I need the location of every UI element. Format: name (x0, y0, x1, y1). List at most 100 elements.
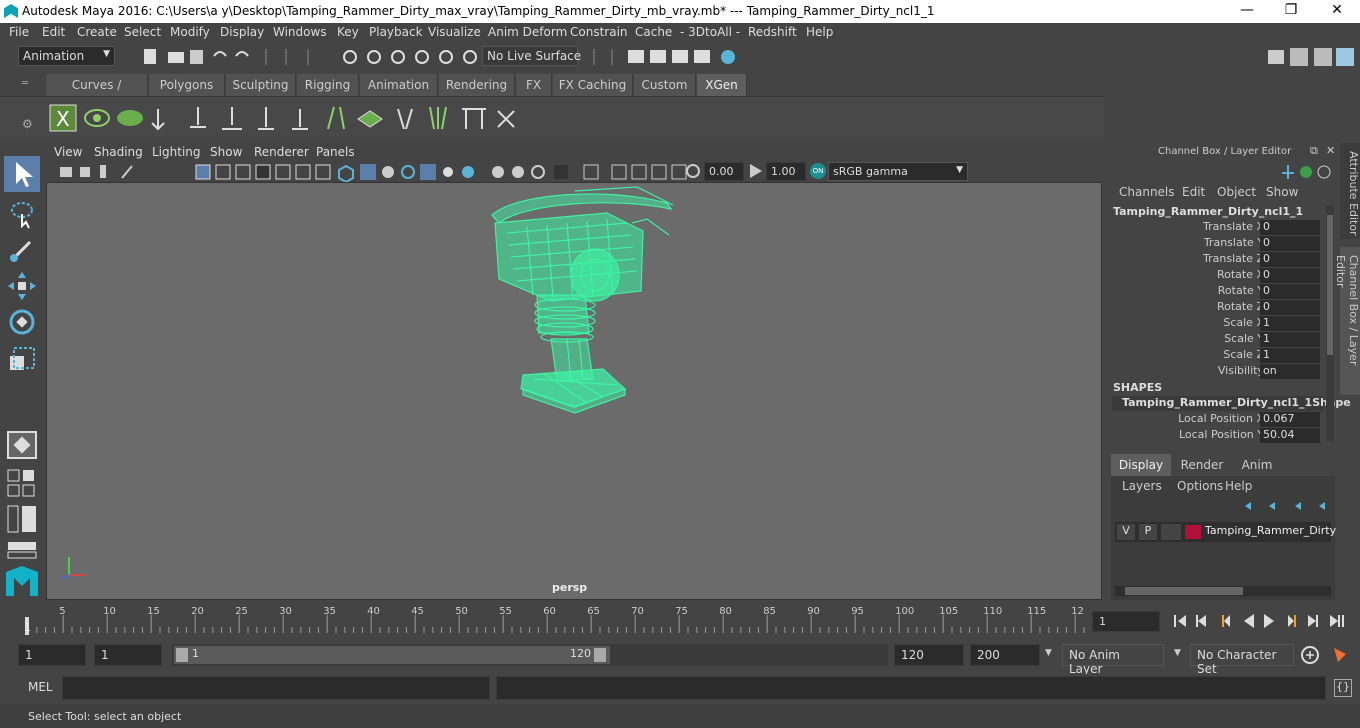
color-space-dropdown[interactable]: sRGB gamma ▼ (828, 162, 968, 181)
layer-color-swatch[interactable] (1185, 525, 1201, 539)
file-tools-icons[interactable] (140, 46, 480, 68)
channel-rotate-z[interactable]: Rotate Z0 (1104, 300, 1324, 316)
range-start-handle[interactable] (176, 648, 188, 662)
menu-modify[interactable]: Modify (170, 25, 210, 39)
panel-toolbar-icons[interactable] (56, 162, 696, 182)
viewport-menu-renderer[interactable]: Renderer (254, 145, 309, 159)
command-input[interactable] (62, 676, 490, 700)
menu-3dtoall[interactable]: - 3DtoAll - (680, 25, 740, 39)
preferences-icons[interactable] (1298, 644, 1354, 668)
range-slider-bar[interactable] (174, 646, 610, 664)
character-set-dropdown[interactable]: No Character Set (1190, 644, 1294, 676)
shelf-tab-rendering[interactable]: Rendering (439, 74, 515, 96)
shelf-tab-polygons[interactable]: Polygons (149, 74, 225, 96)
end-time-field[interactable]: 200 (970, 644, 1040, 666)
exposure-field[interactable]: 0.00 (704, 162, 744, 181)
menu-windows[interactable]: Windows (273, 25, 327, 39)
menu-select[interactable]: Select (124, 25, 161, 39)
channel-scale-x[interactable]: Scale X1 (1104, 316, 1324, 332)
menu-key[interactable]: Key (337, 25, 359, 39)
shape-name[interactable]: Tamping_Rammer_Dirty_ncl1_1Shape (1112, 396, 1351, 411)
channel-box-toggle-icons[interactable] (1280, 163, 1334, 181)
layer-menu-help[interactable]: Help (1225, 479, 1252, 493)
close-button[interactable]: ✕ (1322, 2, 1352, 20)
workspace-icons[interactable] (1266, 45, 1358, 69)
shelf-tab-fx-caching[interactable]: FX Caching (553, 74, 633, 96)
shelf-tab-rigging[interactable]: Rigging (297, 74, 359, 96)
layer-menu-options[interactable]: Options (1177, 479, 1223, 493)
live-surface-field[interactable]: No Live Surface (482, 46, 581, 66)
layer-menu-layers[interactable]: Layers (1122, 479, 1162, 493)
shelf-tab-custom[interactable]: Custom (634, 74, 696, 96)
attribute-editor-tab[interactable]: Attribute Editor (1340, 143, 1360, 239)
viewport-menu-lighting[interactable]: Lighting (152, 145, 201, 159)
menu-edit[interactable]: Edit (42, 25, 65, 39)
layer-tab-render[interactable]: Render (1172, 454, 1232, 476)
move-tool-icon[interactable] (4, 268, 40, 304)
channel-local-position-x[interactable]: Local Position X 0.067 (1104, 412, 1324, 428)
menu-set-dropdown[interactable]: Animation ▼ (18, 46, 115, 66)
channel-rotate-x[interactable]: Rotate X0 (1104, 268, 1324, 284)
channel-translate-x[interactable]: Translate X0 (1104, 220, 1324, 236)
float-panel-icon[interactable]: ⧉ (1310, 144, 1318, 158)
single-view-layout-icon[interactable] (4, 430, 40, 460)
playback-start-field[interactable]: 1 (94, 644, 162, 666)
scale-tool-icon[interactable] (4, 342, 40, 378)
shelf-tab-sculpting[interactable]: Sculpting (226, 74, 296, 96)
viewport-menu-view[interactable]: View (54, 145, 82, 159)
menu-help[interactable]: Help (806, 25, 833, 39)
lasso-tool-icon[interactable] (4, 196, 40, 232)
cb-menu-show[interactable]: Show (1266, 185, 1298, 199)
cb-menu-edit[interactable]: Edit (1182, 185, 1205, 199)
paint-select-tool-icon[interactable] (4, 232, 40, 268)
object-name[interactable]: Tamping_Rammer_Dirty_ncl1_1 (1113, 205, 1303, 218)
menu-playback[interactable]: Playback (369, 25, 423, 39)
viewport-menu-shading[interactable]: Shading (94, 145, 143, 159)
chevron-down-icon[interactable]: ▼ (1045, 648, 1052, 658)
range-end-handle[interactable] (594, 648, 606, 662)
channel-rotate-y[interactable]: Rotate Y0 (1104, 284, 1324, 300)
viewport-menu-show[interactable]: Show (210, 145, 242, 159)
channel-box-scrollbar[interactable] (1326, 205, 1334, 441)
minimize-button[interactable]: — (1232, 2, 1262, 20)
scrollbar-thumb[interactable] (1125, 587, 1243, 595)
outliner-layout-icon[interactable] (6, 504, 38, 534)
scrollbar-thumb[interactable] (1327, 215, 1333, 355)
menu-constrain[interactable]: Constrain (570, 25, 628, 39)
channel-local-position-y[interactable]: Local Position Y 50.04 (1104, 428, 1324, 444)
menu-create[interactable]: Create (77, 25, 117, 39)
layer-row[interactable]: V P Tamping_Rammer_Dirty (1115, 522, 1336, 542)
menu-cache[interactable]: Cache (635, 25, 672, 39)
channel-scale-y[interactable]: Scale Y1 (1104, 332, 1324, 348)
start-time-field[interactable]: 1 (18, 644, 86, 666)
shelf-tab-curves-surfaces[interactable]: Curves / Surfaces (46, 74, 148, 114)
time-slider[interactable]: 5 10 15 20 25 30 35 40 45 50 55 60 65 70 75 80 85 90 95 100… (18, 603, 1086, 635)
shelf-settings-gear-icon[interactable]: ⚙ (22, 117, 33, 131)
render-tools-icons[interactable] (588, 46, 748, 68)
current-frame-field[interactable]: 1 (1092, 611, 1160, 632)
shelf-tab-xgen[interactable]: XGen (697, 74, 747, 96)
cb-menu-object[interactable]: Object (1217, 185, 1256, 199)
layer-horizontal-scrollbar[interactable] (1115, 586, 1331, 596)
layer-reference-toggle[interactable] (1161, 524, 1181, 540)
menu-anim-deform[interactable]: Anim Deform (488, 25, 567, 39)
gamma-field[interactable]: 1.00 (766, 162, 806, 181)
graph-layout-icon[interactable] (6, 540, 38, 560)
maximize-button[interactable]: ❐ (1276, 2, 1306, 20)
cb-menu-channels[interactable]: Channels (1119, 185, 1175, 199)
channel-scale-z[interactable]: Scale Z1 (1104, 348, 1324, 364)
playback-controls[interactable] (1166, 609, 1360, 633)
rotate-tool-icon[interactable] (4, 304, 40, 340)
command-language-label[interactable]: MEL (28, 680, 53, 694)
select-tool-button[interactable] (4, 156, 40, 192)
script-editor-icon[interactable]: {} (1334, 679, 1352, 697)
layer-playback-toggle[interactable]: P (1139, 524, 1157, 540)
channel-box-tab[interactable]: Channel Box / Layer Editor (1334, 247, 1360, 395)
menu-visualize[interactable]: Visualize (428, 25, 481, 39)
four-view-layout-icon[interactable] (6, 468, 38, 500)
shelf-menu-icon[interactable]: ═ (22, 78, 34, 92)
layer-name[interactable]: Tamping_Rammer_Dirty (1205, 524, 1336, 537)
channel-translate-z[interactable]: Translate Z0 (1104, 252, 1324, 268)
color-management-toggle-icon[interactable]: ON (810, 163, 826, 179)
anim-layer-dropdown[interactable]: No Anim Layer (1062, 644, 1164, 676)
